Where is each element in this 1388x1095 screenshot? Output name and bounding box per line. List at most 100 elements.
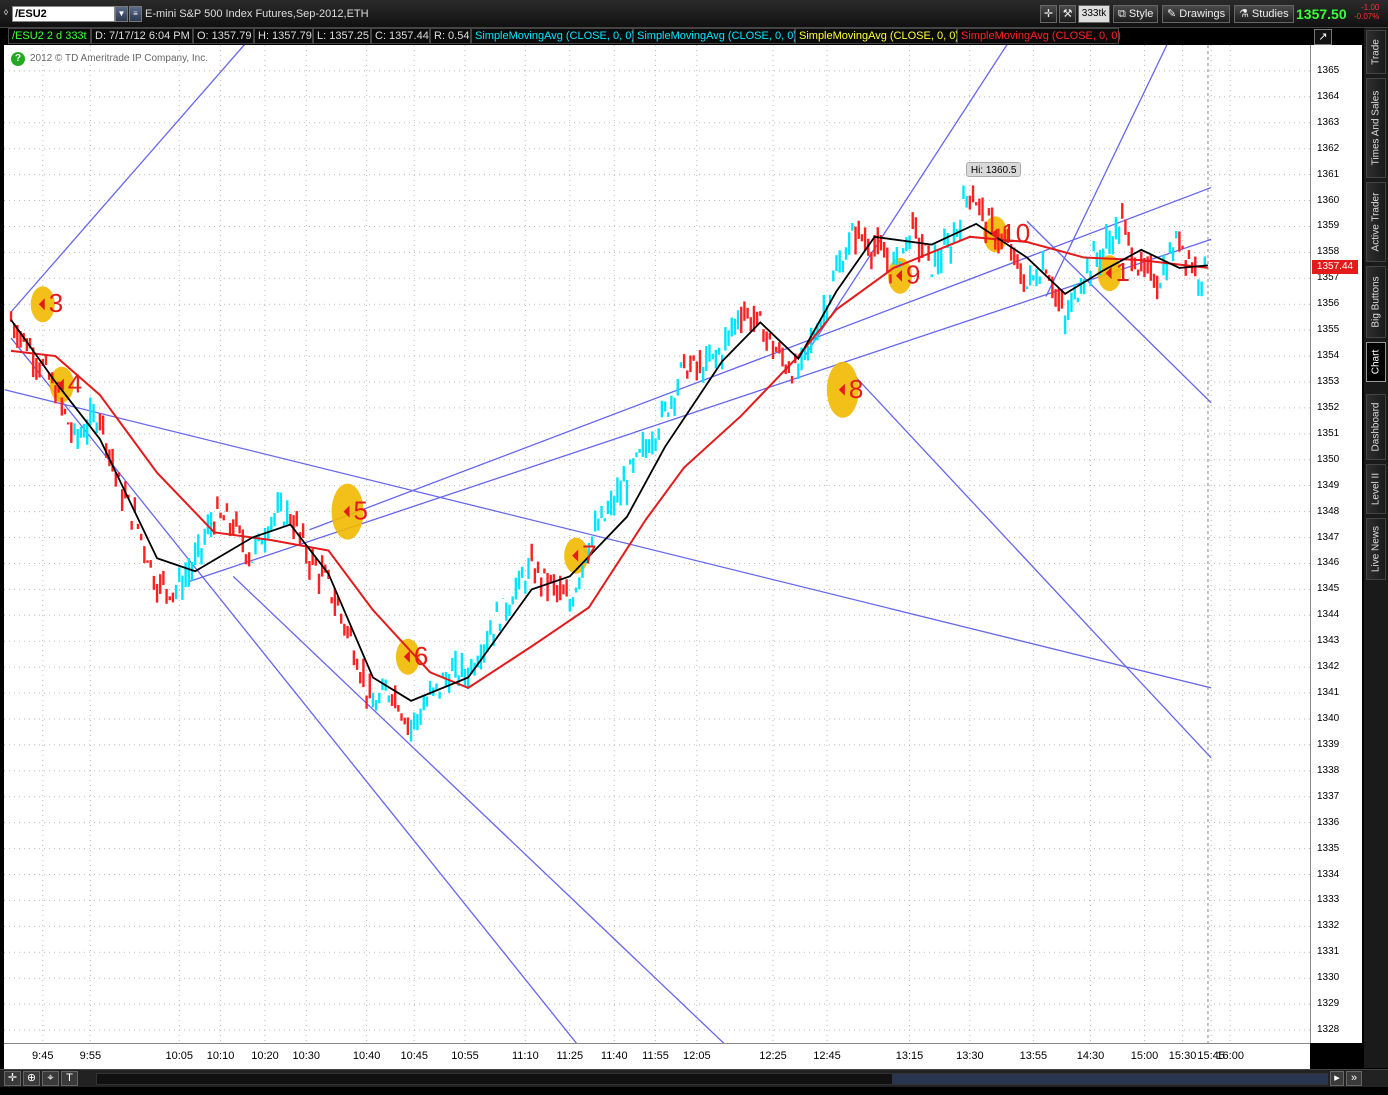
chart-settings-icon[interactable]: ↗ xyxy=(1314,29,1332,45)
price-tick-label: 1356 xyxy=(1317,298,1340,310)
price-tick-label: 1357 xyxy=(1317,272,1340,284)
drawing-tool-icon[interactable]: ⌖ xyxy=(42,1071,59,1086)
aggregation-button[interactable]: 333tk xyxy=(1078,5,1110,23)
help-icon[interactable]: ? xyxy=(11,52,25,66)
study-label-sma-3[interactable]: SimpleMovingAvg (CLOSE, 0, 0) xyxy=(795,28,959,44)
time-tick-label: 15:00 xyxy=(1130,1050,1159,1062)
drawings-button[interactable]: ✎ Drawings xyxy=(1162,5,1231,23)
fast-forward-icon[interactable]: » xyxy=(1346,1071,1362,1086)
sma-fast-line xyxy=(10,222,1209,702)
side-panel: Trade Times And Sales Active Trader Big … xyxy=(1364,28,1388,1068)
info-high: H: 1357.79 xyxy=(254,28,313,44)
price-tick-label: 1333 xyxy=(1317,894,1340,906)
info-open: O: 1357.79 xyxy=(193,28,254,44)
time-tick-label: 10:05 xyxy=(165,1050,194,1062)
price-tick-label: 1360 xyxy=(1317,194,1340,206)
time-tick-label: 13:55 xyxy=(1019,1050,1048,1062)
wrench-icon[interactable]: ⚒ xyxy=(1059,5,1076,23)
scroll-right-icon[interactable]: ▸ xyxy=(1330,1071,1344,1086)
marker-label-9: 9 xyxy=(906,260,920,290)
price-tick-label: 1355 xyxy=(1317,324,1340,336)
status-bar xyxy=(0,1087,1388,1095)
text-tool-icon[interactable]: T xyxy=(61,1071,78,1086)
time-tick-label: 11:55 xyxy=(642,1050,669,1062)
price-tick-label: 1328 xyxy=(1317,1024,1340,1036)
time-tick-label: 11:25 xyxy=(556,1050,584,1062)
style-button[interactable]: ⧉ Style xyxy=(1113,5,1159,23)
time-tick-label: 11:40 xyxy=(600,1050,628,1062)
time-tick-label: 12:45 xyxy=(813,1050,841,1062)
marker-label-5: 5 xyxy=(354,496,368,526)
time-scrollbar[interactable] xyxy=(96,1073,1328,1085)
study-label-sma-4[interactable]: SimpleMovingAvg (CLOSE, 0, 0) xyxy=(957,28,1121,44)
tab-live-news[interactable]: Live News xyxy=(1366,518,1386,580)
time-tick-label: 12:25 xyxy=(759,1050,787,1062)
price-tick-label: 1354 xyxy=(1317,350,1340,362)
price-tick-label: 1346 xyxy=(1317,557,1340,569)
study-label-sma-1[interactable]: SimpleMovingAvg (CLOSE, 0, 0) xyxy=(471,28,635,44)
change-value: -1.00 xyxy=(1361,3,1380,12)
time-tick-label: 12:05 xyxy=(683,1050,711,1062)
chart-info-bar: /ESU2 2 d 333t D: 7/17/12 6:04 PM O: 135… xyxy=(8,28,1121,45)
style-label: Style xyxy=(1128,8,1154,20)
time-tick-label: 15:30 xyxy=(1168,1050,1197,1062)
time-tick-label: 10:20 xyxy=(251,1050,279,1062)
price-tick-label: 1348 xyxy=(1317,505,1340,517)
price-axis[interactable]: 1328 1329 1330 1331 1332 1333 1334 1335 1336 1337… xyxy=(1310,45,1362,1043)
scrollbar-thumb[interactable] xyxy=(892,1074,1328,1084)
chart-plot-area[interactable]: 3 4 5 6 7 8 9 10 1 xyxy=(4,13,1310,1052)
time-tick-label: 10:55 xyxy=(451,1050,479,1062)
symbol-menu-icon[interactable]: ≡ xyxy=(129,6,142,22)
study-label-sma-2[interactable]: SimpleMovingAvg (CLOSE, 0, 0) xyxy=(633,28,797,44)
marker-label-1: 1 xyxy=(1116,257,1130,287)
time-tick-label: 10:45 xyxy=(400,1050,428,1062)
price-tick-label: 1359 xyxy=(1317,220,1340,232)
tab-level-ii[interactable]: Level II xyxy=(1366,464,1386,514)
trendline xyxy=(4,389,1212,689)
price-tick-label: 1349 xyxy=(1317,479,1340,491)
marker-label-3: 3 xyxy=(49,288,63,318)
tab-dashboard[interactable]: Dashboard xyxy=(1366,394,1386,460)
price-tick-label: 1358 xyxy=(1317,246,1340,258)
price-tick-label: 1341 xyxy=(1317,687,1340,699)
tab-chart[interactable]: Chart xyxy=(1366,342,1386,382)
price-tick-label: 1343 xyxy=(1317,635,1340,647)
studies-label: Studies xyxy=(1251,8,1289,20)
bottom-toolbar: ✛ ⊕ ⌖ T ▸ » xyxy=(0,1069,1388,1087)
time-tick-label: 16:00 xyxy=(1216,1050,1244,1062)
link-icon[interactable]: ◊ xyxy=(2,6,10,22)
price-chart[interactable]: 3 4 5 6 7 8 9 10 1 xyxy=(4,13,1310,1052)
info-symbol: /ESU2 2 d 333t xyxy=(8,28,91,44)
time-tick-label: 10:10 xyxy=(206,1050,235,1062)
instrument-description: E-mini S&P 500 Index Futures,Sep-2012,ET… xyxy=(145,8,369,20)
drawings-label: Drawings xyxy=(1179,8,1226,20)
tab-active-trader[interactable]: Active Trader xyxy=(1366,182,1386,262)
price-tick-label: 1347 xyxy=(1317,531,1340,543)
last-price: 1357.50 xyxy=(1296,6,1347,22)
zoom-icon[interactable]: ⊕ xyxy=(23,1071,40,1086)
crosshair-icon[interactable]: ✛ xyxy=(1040,5,1057,23)
studies-button[interactable]: ⚗ Studies xyxy=(1234,5,1294,23)
symbol-dropdown-icon[interactable]: ▼ xyxy=(115,6,128,22)
price-tick-label: 1365 xyxy=(1317,64,1340,76)
info-date: D: 7/17/12 6:04 PM xyxy=(91,28,193,44)
price-tick-label: 1363 xyxy=(1317,116,1340,128)
price-tick-label: 1345 xyxy=(1317,583,1340,595)
price-tick-label: 1342 xyxy=(1317,661,1340,673)
price-tick-label: 1353 xyxy=(1317,375,1340,387)
trendline xyxy=(309,186,1212,531)
price-tick-label: 1335 xyxy=(1317,842,1340,854)
crosshair-tool-icon[interactable]: ✛ xyxy=(4,1071,21,1086)
time-tick-label: 14:30 xyxy=(1076,1050,1105,1062)
symbol-input[interactable]: /ESU2 xyxy=(12,6,115,22)
info-range: R: 0.54 xyxy=(430,28,471,44)
tab-trade[interactable]: Trade xyxy=(1366,30,1386,74)
time-tick-label: 11:10 xyxy=(511,1050,539,1062)
tab-times-and-sales[interactable]: Times And Sales xyxy=(1366,78,1386,178)
chart-toolbar: ◊ /ESU2 ▼ ≡ E-mini S&P 500 Index Futures… xyxy=(0,0,1388,28)
price-tick-label: 1361 xyxy=(1317,168,1340,180)
net-change: -1.00 -0.07% xyxy=(1354,3,1379,21)
price-tick-label: 1337 xyxy=(1317,790,1340,802)
time-axis[interactable]: 9:45 9:55 10:05 10:10 10:20 10:30 10:40 10:45 10… xyxy=(4,1043,1310,1069)
tab-big-buttons[interactable]: Big Buttons xyxy=(1366,266,1386,338)
